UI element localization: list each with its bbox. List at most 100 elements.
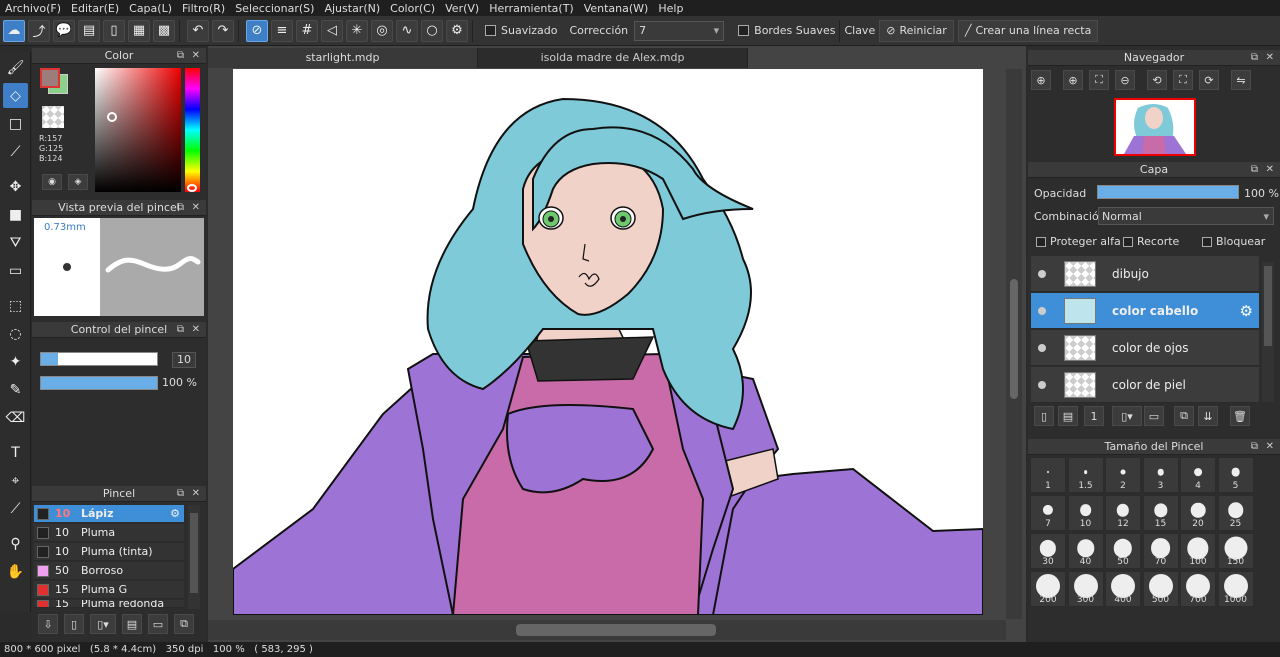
clip-checkbox[interactable] — [1123, 237, 1133, 247]
float-icon[interactable]: ⧉ — [1251, 439, 1258, 455]
eraser-tool-icon[interactable]: ◇ — [3, 83, 28, 108]
new-layer-icon[interactable]: ▯ — [1034, 406, 1054, 426]
select-pen-tool-icon[interactable]: ✎ — [3, 377, 28, 402]
brush-size-slider[interactable] — [40, 352, 158, 366]
straight-line-button[interactable]: ╱ Crear una línea recta — [957, 19, 1099, 42]
layer-row[interactable]: color de piel — [1031, 367, 1259, 403]
zoom-fit-icon[interactable]: ⊕ — [1031, 70, 1051, 90]
menu-herramienta[interactable]: Herramienta(T) — [484, 2, 579, 15]
add-brush-icon[interactable]: ▯▾ — [90, 614, 116, 634]
zoom-in-icon[interactable]: ⊕ — [1063, 70, 1083, 90]
navigator-thumbnail[interactable] — [1114, 98, 1196, 156]
palette-icon[interactable]: ◉ — [42, 174, 62, 190]
brush-size-option[interactable]: 3 — [1142, 457, 1179, 493]
brush-size-option[interactable]: 40 — [1067, 533, 1104, 569]
tab-isolda[interactable]: isolda madre de Alex.mdp — [478, 48, 748, 68]
brush-size-option[interactable]: 700 — [1180, 571, 1216, 607]
protect-alpha-checkbox[interactable] — [1036, 237, 1046, 247]
move-tool-icon[interactable]: ✥ — [3, 174, 28, 199]
brush-size-option[interactable]: 5 — [1217, 457, 1254, 493]
blend-mode-select[interactable]: Normal ▾ — [1098, 207, 1274, 225]
rotate-left-icon[interactable]: ⟲ — [1147, 70, 1167, 90]
layer-list-scrollbar[interactable] — [1262, 262, 1274, 402]
eye-icon[interactable] — [1038, 269, 1046, 278]
eyedropper-tool-icon[interactable]: ⚲ — [3, 531, 28, 556]
brush-size-option[interactable]: 1.5 — [1067, 457, 1104, 493]
protect-alpha-option[interactable]: Proteger alfa — [1036, 235, 1121, 248]
brush-tool-icon[interactable]: 🖌 — [3, 55, 28, 80]
brush-size-option[interactable]: 10 — [1067, 495, 1104, 531]
clip-option[interactable]: Recorte — [1123, 235, 1179, 248]
cloud-download-icon[interactable]: ⇩ — [38, 614, 58, 634]
eye-icon[interactable] — [1038, 343, 1046, 352]
trash-icon[interactable]: 🗑 — [1230, 406, 1250, 426]
brush-list-scrollbar[interactable] — [188, 505, 200, 609]
brush-list-item[interactable]: 50 Borroso — [34, 562, 184, 580]
menu-ver[interactable]: Ver(V) — [440, 2, 484, 15]
menu-ventana[interactable]: Ventana(W) — [579, 2, 654, 15]
gradient-tool-icon[interactable]: ▭ — [3, 258, 28, 283]
canvas-horizontal-scrollbar[interactable] — [208, 620, 1006, 640]
brush-settings-icon[interactable]: ▤ — [122, 614, 142, 634]
rotate-right-icon[interactable]: ⟳ — [1199, 70, 1219, 90]
magic-wand-tool-icon[interactable]: ✦ — [3, 349, 28, 374]
hue-slider[interactable] — [185, 68, 200, 192]
brush-list-item[interactable]: 10 Lápiz ⚙ — [34, 505, 184, 523]
menu-editar[interactable]: Editar(E) — [66, 2, 124, 15]
foreground-color-swatch[interactable] — [40, 68, 60, 88]
brush-size-option[interactable]: 50 — [1105, 533, 1141, 569]
float-icon[interactable]: ⧉ — [177, 322, 184, 338]
divide-tool-icon[interactable]: ⟋ — [3, 496, 28, 521]
redo-icon[interactable]: ↷ — [212, 19, 234, 42]
smoothing-checkbox[interactable] — [485, 25, 496, 36]
menu-ajustar[interactable]: Ajustar(N) — [319, 2, 385, 15]
gear-icon[interactable]: ⚙ — [170, 507, 180, 520]
zoom-out-icon[interactable]: ⊖ — [1115, 70, 1135, 90]
zoom-window-icon[interactable]: ⛶ — [1089, 70, 1109, 90]
float-icon[interactable]: ⧉ — [177, 48, 184, 64]
menu-help[interactable]: Help — [653, 2, 688, 15]
layer-opacity-slider[interactable] — [1097, 185, 1239, 199]
menu-archivo[interactable]: Archivo(F) — [0, 2, 66, 15]
tab-starlight[interactable]: starlight.mdp — [208, 48, 478, 68]
brush-list-item[interactable]: 10 Pluma — [34, 524, 184, 542]
brush-size-option[interactable]: 70 — [1142, 533, 1179, 569]
radial-snap-icon[interactable]: ✳ — [346, 19, 368, 42]
concentric-snap-icon[interactable]: ◎ — [371, 19, 393, 42]
brush-size-option[interactable]: 300 — [1067, 571, 1104, 607]
circle-snap-icon[interactable]: ○ — [421, 19, 443, 42]
brush-size-option[interactable]: 7 — [1030, 495, 1066, 531]
float-icon[interactable]: ⧉ — [1251, 50, 1258, 66]
layer-list-scroll-thumb[interactable] — [1264, 266, 1272, 346]
select-eraser-tool-icon[interactable]: ⌫ — [3, 405, 28, 430]
shape-tool-icon[interactable]: □ — [3, 111, 28, 136]
close-icon[interactable]: ✕ — [1266, 162, 1274, 178]
brush-size-option[interactable]: 25 — [1217, 495, 1254, 531]
brush-size-option[interactable]: 20 — [1180, 495, 1216, 531]
eye-icon[interactable] — [1038, 306, 1046, 315]
reset-button[interactable]: ⊘ Reiniciar — [879, 19, 954, 42]
hue-slider-handle[interactable] — [187, 184, 197, 192]
menu-filtro[interactable]: Filtro(R) — [177, 2, 230, 15]
line-tool-icon[interactable]: ⟋ — [3, 139, 28, 164]
comment-icon[interactable]: ▤ — [78, 19, 100, 42]
close-icon[interactable]: ✕ — [1266, 439, 1274, 455]
menu-capa[interactable]: Capa(L) — [124, 2, 177, 15]
brush-size-option[interactable]: 12 — [1105, 495, 1141, 531]
eye-icon[interactable] — [1038, 380, 1046, 389]
mirror-icon[interactable]: ⇋ — [1231, 70, 1251, 90]
brush-size-option[interactable]: 400 — [1105, 571, 1141, 607]
brush-list-item[interactable]: 15 Pluma redonda — [34, 600, 184, 608]
float-icon[interactable]: ⧉ — [177, 200, 184, 216]
float-icon[interactable]: ⧉ — [177, 486, 184, 502]
add-layer-menu-icon[interactable]: ▯▾ — [1112, 406, 1142, 426]
layer-folder-icon[interactable]: ▭ — [1144, 406, 1164, 426]
new-brush-icon[interactable]: ▯ — [64, 614, 84, 634]
close-icon[interactable]: ✕ — [192, 486, 200, 502]
snap-off-icon[interactable]: ⊘ — [246, 19, 268, 42]
brush-size-option[interactable]: 1000 — [1217, 571, 1254, 607]
lock-checkbox[interactable] — [1202, 237, 1212, 247]
curve-snap-icon[interactable]: ∿ — [396, 19, 418, 42]
duplicate-layer-icon[interactable]: ⧉ — [1174, 406, 1194, 426]
rect-fill-tool-icon[interactable]: ■ — [3, 202, 28, 227]
